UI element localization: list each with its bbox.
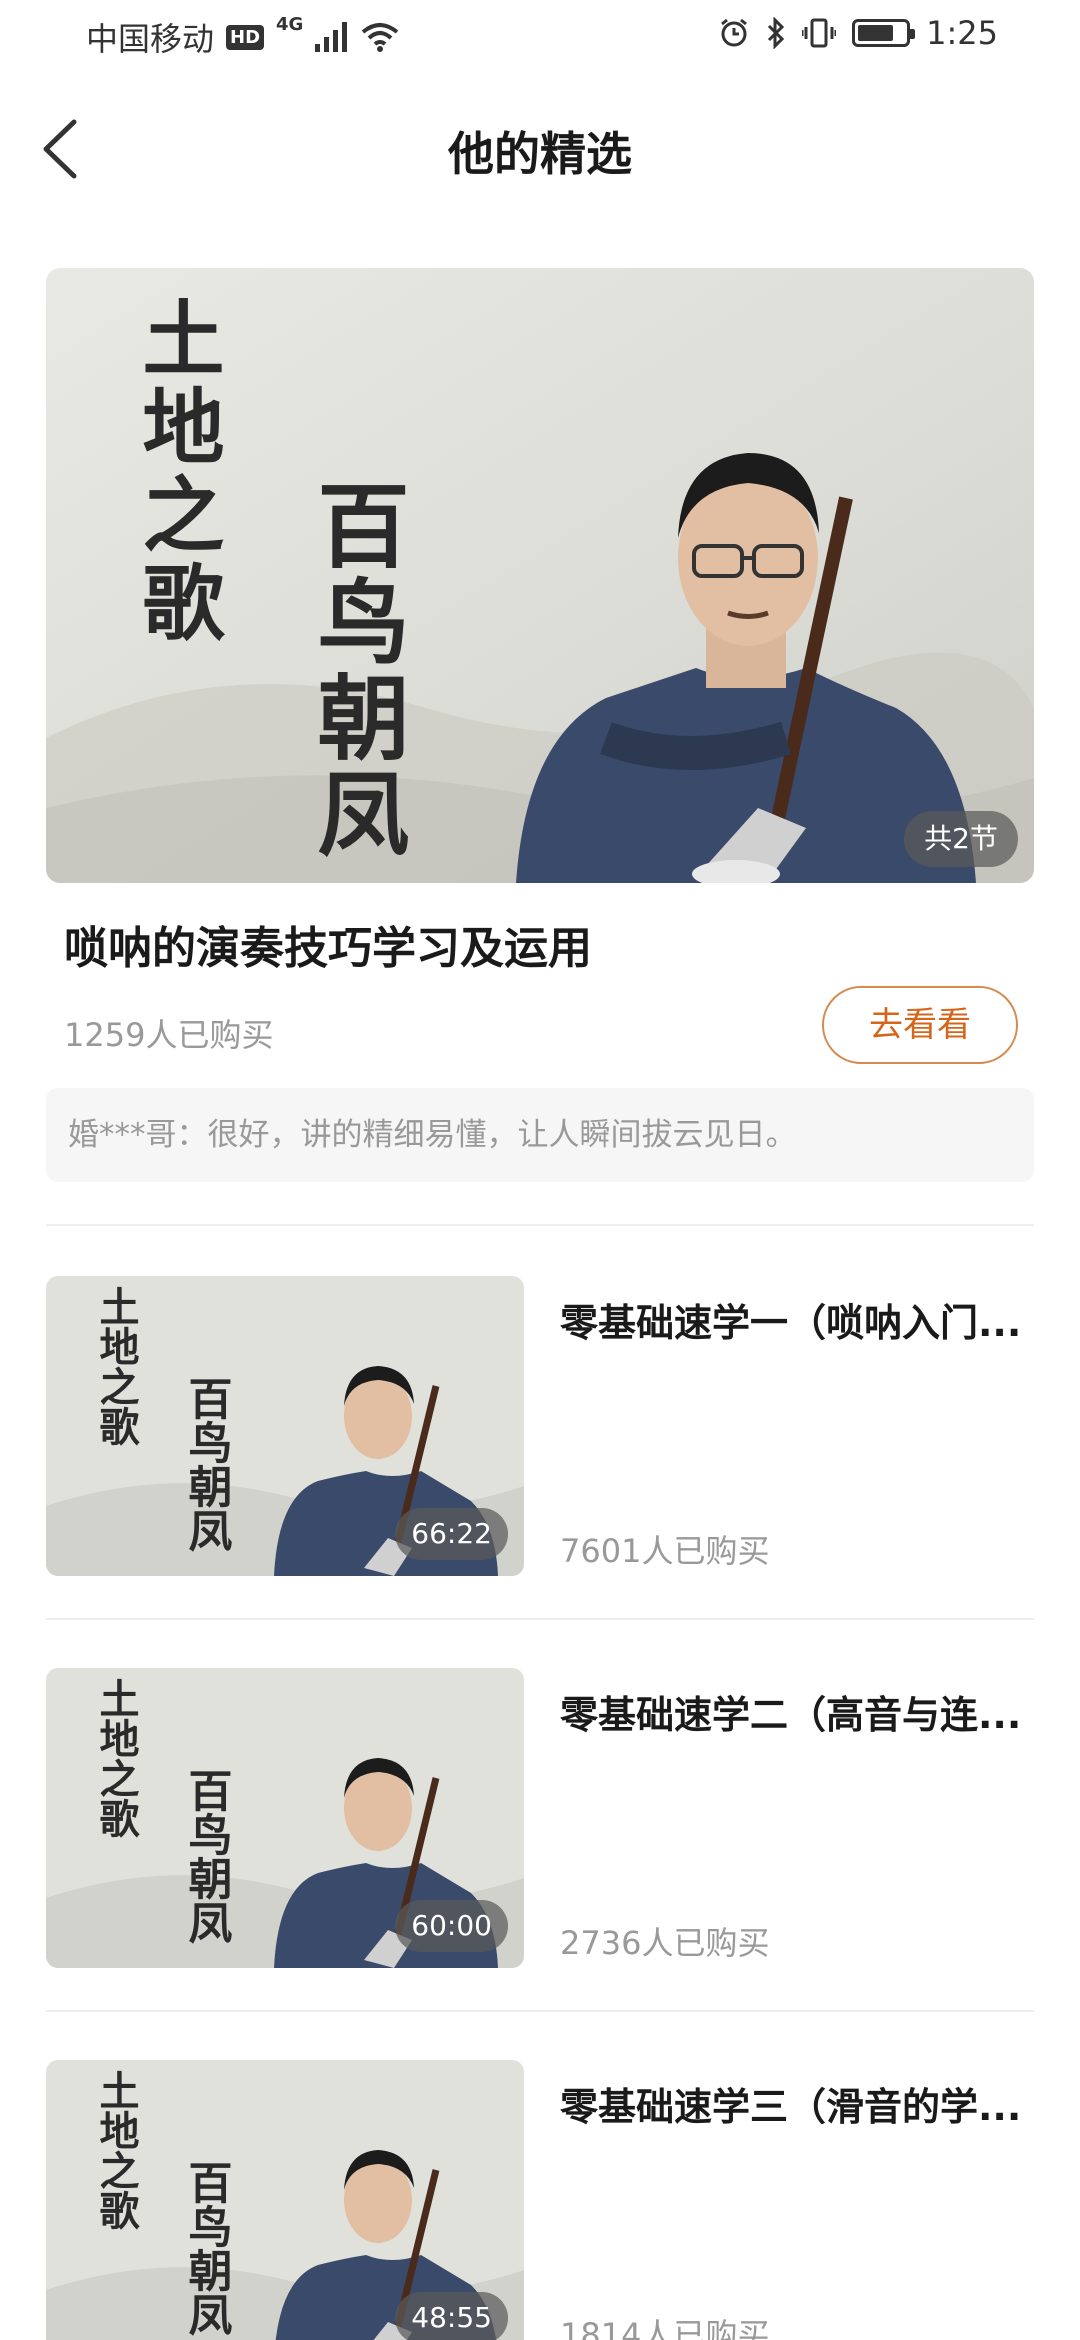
course-thumbnail[interactable]: 土地之歌 百鸟朝凤 66:22: [46, 1276, 524, 1576]
status-bar: 中国移动 HD 4G 1:25: [0, 0, 1080, 74]
bluetooth-icon: [766, 17, 786, 49]
wifi-icon: [361, 22, 399, 52]
calligraphy-title-2: 百鸟朝凤: [302, 478, 410, 862]
duration-badge: 66:22: [395, 1508, 508, 1560]
thumbnail-calligraphy-1: 土地之歌: [93, 2070, 140, 2230]
go-watch-button[interactable]: 去看看: [822, 986, 1018, 1064]
featured-comment: 婚***哥：很好，讲的精细易懂，让人瞬间拔云见日。: [46, 1088, 1034, 1182]
course-list-item[interactable]: 土地之歌 百鸟朝凤 48:55 零基础速学三（滑音的学... 1814人已购买: [46, 2060, 1034, 2340]
alarm-icon: [718, 17, 750, 49]
duration-badge: 48:55: [395, 2292, 508, 2340]
featured-cover-image[interactable]: 土地之歌 百鸟朝凤 共2节: [46, 268, 1034, 883]
course-buyers-count: 2736人已购买: [560, 1924, 770, 1962]
featured-buyers-count: 1259人已购买: [64, 1016, 274, 1054]
featured-title[interactable]: 唢呐的演奏技巧学习及运用: [64, 912, 592, 976]
clock: 1:25: [926, 14, 998, 52]
course-thumbnail[interactable]: 土地之歌 百鸟朝凤 60:00: [46, 1668, 524, 1968]
course-thumbnail[interactable]: 土地之歌 百鸟朝凤 48:55: [46, 2060, 524, 2340]
carrier-label: 中国移动: [86, 20, 215, 58]
divider: [46, 1224, 1034, 1226]
course-title[interactable]: 零基础速学二（高音与连...: [560, 1684, 1034, 1739]
divider: [46, 1618, 1034, 1620]
featured-course: 土地之歌 百鸟朝凤 共2节 唢呐的演奏技巧学习及运用 1259人已购买 去看看 …: [46, 268, 1034, 1182]
course-buyers-count: 7601人已购买: [560, 1532, 770, 1570]
course-list-item[interactable]: 土地之歌 百鸟朝凤 66:22 零基础速学一（唢呐入门... 7601人已购买: [46, 1276, 1034, 1576]
thumbnail-calligraphy-2: 百鸟朝凤: [181, 2160, 233, 2336]
status-right: 1:25: [718, 14, 998, 52]
thumbnail-calligraphy-2: 百鸟朝凤: [181, 1376, 233, 1552]
course-buyers-count: 1814人已购买: [560, 2316, 770, 2340]
divider: [46, 2010, 1034, 2012]
status-left: 中国移动 HD 4G: [86, 14, 399, 60]
hd-badge: HD: [226, 24, 265, 50]
thumbnail-calligraphy-1: 土地之歌: [93, 1286, 140, 1446]
network-type: 4G: [276, 14, 304, 35]
calligraphy-title-1: 土地之歌: [128, 296, 224, 648]
vibrate-icon: [802, 17, 837, 49]
signal-icon: [315, 22, 349, 52]
course-title[interactable]: 零基础速学三（滑音的学...: [560, 2076, 1034, 2131]
battery-icon: [852, 19, 916, 47]
page-title: 他的精选: [448, 127, 632, 181]
duration-badge: 60:00: [395, 1900, 508, 1952]
thumbnail-calligraphy-1: 土地之歌: [93, 1678, 140, 1838]
nav-bar: 他的精选: [0, 74, 1080, 224]
thumbnail-calligraphy-2: 百鸟朝凤: [181, 1768, 233, 1944]
course-title[interactable]: 零基础速学一（唢呐入门...: [560, 1292, 1034, 1347]
lesson-count-badge: 共2节: [904, 811, 1018, 867]
course-list-item[interactable]: 土地之歌 百鸟朝凤 60:00 零基础速学二（高音与连... 2736人已购买: [46, 1668, 1034, 1968]
